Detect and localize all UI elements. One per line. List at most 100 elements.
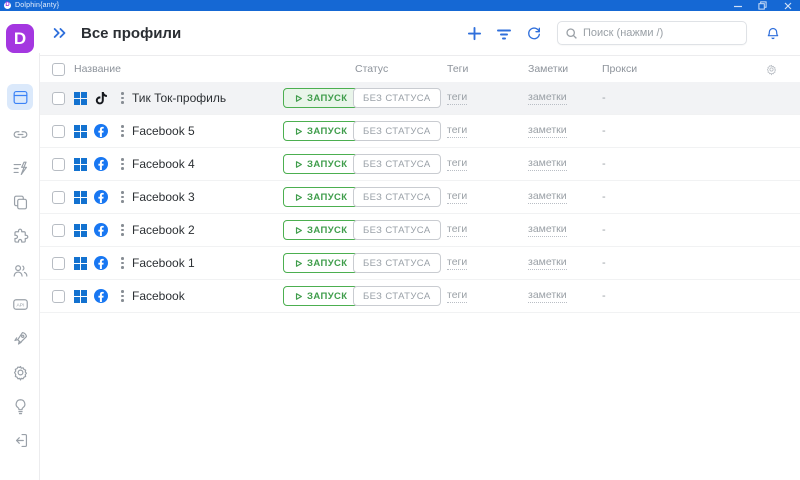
sidebar-item-launcher[interactable] [7, 328, 33, 348]
sidebar-divider [39, 53, 40, 480]
row-checkbox[interactable] [52, 125, 65, 138]
tags-link[interactable]: теги [447, 190, 467, 204]
gear-icon [765, 63, 778, 76]
windows-icon [74, 224, 87, 237]
window-titlebar: D Dolphin{anty} [0, 0, 800, 11]
dolphin-logo[interactable]: D [6, 24, 34, 53]
column-header-tags[interactable]: Теги [447, 63, 522, 75]
column-header-name[interactable]: Название [74, 63, 283, 75]
tags-link[interactable]: теги [447, 124, 467, 138]
profile-name: Facebook 5 [132, 124, 283, 138]
status-button[interactable]: БЕЗ СТАТУСА [353, 286, 441, 306]
tags-link[interactable]: теги [447, 289, 467, 303]
status-button[interactable]: БЕЗ СТАТУСА [353, 121, 441, 141]
windows-icon [74, 290, 87, 303]
table-body: Тик Ток-профиль ЗАПУСК БЕЗ СТАТУСА теги … [40, 82, 800, 313]
proxy-value: - [600, 257, 720, 269]
facebook-icon [94, 256, 108, 270]
launch-button[interactable]: ЗАПУСК [283, 154, 358, 174]
status-button[interactable]: БЕЗ СТАТУСА [353, 220, 441, 240]
launch-button[interactable]: ЗАПУСК [283, 253, 358, 273]
row-checkbox[interactable] [52, 191, 65, 204]
search-box[interactable] [557, 21, 747, 45]
notes-link[interactable]: заметки [528, 256, 567, 270]
table-row[interactable]: Facebook 2 ЗАПУСК БЕЗ СТАТУСА теги замет… [40, 214, 800, 247]
gear-icon [11, 363, 30, 382]
maximize-button[interactable] [750, 0, 775, 11]
row-menu-kebab-icon[interactable] [116, 89, 129, 107]
table-row[interactable]: Facebook 1 ЗАПУСК БЕЗ СТАТУСА теги замет… [40, 247, 800, 280]
tags-link[interactable]: теги [447, 223, 467, 237]
status-button[interactable]: БЕЗ СТАТУСА [353, 154, 441, 174]
row-menu-kebab-icon[interactable] [116, 287, 129, 305]
notes-link[interactable]: заметки [528, 190, 567, 204]
minimize-button[interactable] [725, 0, 750, 11]
tags-link[interactable]: теги [447, 157, 467, 171]
row-checkbox[interactable] [52, 158, 65, 171]
column-header-proxy[interactable]: Прокси [600, 63, 720, 75]
row-menu-kebab-icon[interactable] [116, 221, 129, 239]
sidebar-item-teams[interactable] [7, 260, 33, 280]
sidebar-item-pages[interactable] [7, 192, 33, 212]
facebook-icon [94, 289, 108, 303]
sidebar-item-settings[interactable] [7, 362, 33, 382]
sidebar: D [0, 11, 40, 480]
column-header-notes[interactable]: Заметки [522, 63, 600, 75]
copy-pages-icon [11, 193, 30, 212]
launch-button[interactable]: ЗАПУСК [283, 121, 358, 141]
proxy-value: - [600, 224, 720, 236]
row-checkbox[interactable] [52, 257, 65, 270]
plus-icon [467, 26, 482, 41]
filter-button[interactable] [489, 18, 519, 48]
page-title: Все профили [81, 25, 181, 42]
row-checkbox[interactable] [52, 290, 65, 303]
collapse-sidebar-chevrons-icon[interactable] [52, 26, 68, 40]
refresh-button[interactable] [519, 18, 549, 48]
column-settings-button[interactable] [765, 63, 800, 76]
row-menu-kebab-icon[interactable] [116, 155, 129, 173]
status-button[interactable]: БЕЗ СТАТУСА [353, 88, 441, 108]
row-menu-kebab-icon[interactable] [116, 188, 129, 206]
row-menu-kebab-icon[interactable] [116, 254, 129, 272]
search-input[interactable] [583, 27, 739, 39]
close-button[interactable] [775, 0, 800, 11]
notes-link[interactable]: заметки [528, 157, 567, 171]
table-row[interactable]: Facebook ЗАПУСК БЕЗ СТАТУСА теги заметки… [40, 280, 800, 313]
row-menu-kebab-icon[interactable] [116, 122, 129, 140]
table-row[interactable]: Тик Ток-профиль ЗАПУСК БЕЗ СТАТУСА теги … [40, 82, 800, 115]
profile-name: Facebook [132, 289, 283, 303]
table-row[interactable]: Facebook 4 ЗАПУСК БЕЗ СТАТУСА теги замет… [40, 148, 800, 181]
launch-button[interactable]: ЗАПУСК [283, 286, 358, 306]
notes-link[interactable]: заметки [528, 124, 567, 138]
sidebar-item-automation[interactable] [7, 158, 33, 178]
table-header: Название Статус Теги Заметки Прокси [40, 56, 800, 82]
table-row[interactable]: Facebook 5 ЗАПУСК БЕЗ СТАТУСА теги замет… [40, 115, 800, 148]
sidebar-item-profiles[interactable] [7, 84, 33, 110]
launch-button[interactable]: ЗАПУСК [283, 187, 358, 207]
notes-link[interactable]: заметки [528, 91, 567, 105]
row-checkbox[interactable] [52, 92, 65, 105]
status-button[interactable]: БЕЗ СТАТУСА [353, 253, 441, 273]
sidebar-item-api[interactable]: API [7, 294, 33, 314]
sidebar-item-ideas[interactable] [7, 396, 33, 416]
automation-icon [11, 159, 30, 178]
windows-icon [74, 191, 87, 204]
add-profile-button[interactable] [459, 18, 489, 48]
sidebar-item-logout[interactable] [7, 430, 33, 450]
launch-button[interactable]: ЗАПУСК [283, 220, 358, 240]
svg-text:API: API [16, 302, 24, 308]
notes-link[interactable]: заметки [528, 289, 567, 303]
users-icon [11, 261, 30, 280]
sidebar-item-proxy[interactable] [7, 124, 33, 144]
notifications-button[interactable] [758, 18, 788, 48]
status-button[interactable]: БЕЗ СТАТУСА [353, 187, 441, 207]
table-row[interactable]: Facebook 3 ЗАПУСК БЕЗ СТАТУСА теги замет… [40, 181, 800, 214]
row-checkbox[interactable] [52, 224, 65, 237]
tags-link[interactable]: теги [447, 256, 467, 270]
notes-link[interactable]: заметки [528, 223, 567, 237]
launch-button[interactable]: ЗАПУСК [283, 88, 358, 108]
sidebar-item-extensions[interactable] [7, 226, 33, 246]
column-header-status[interactable]: Статус [353, 63, 447, 75]
tags-link[interactable]: теги [447, 91, 467, 105]
select-all-checkbox[interactable] [52, 63, 65, 76]
